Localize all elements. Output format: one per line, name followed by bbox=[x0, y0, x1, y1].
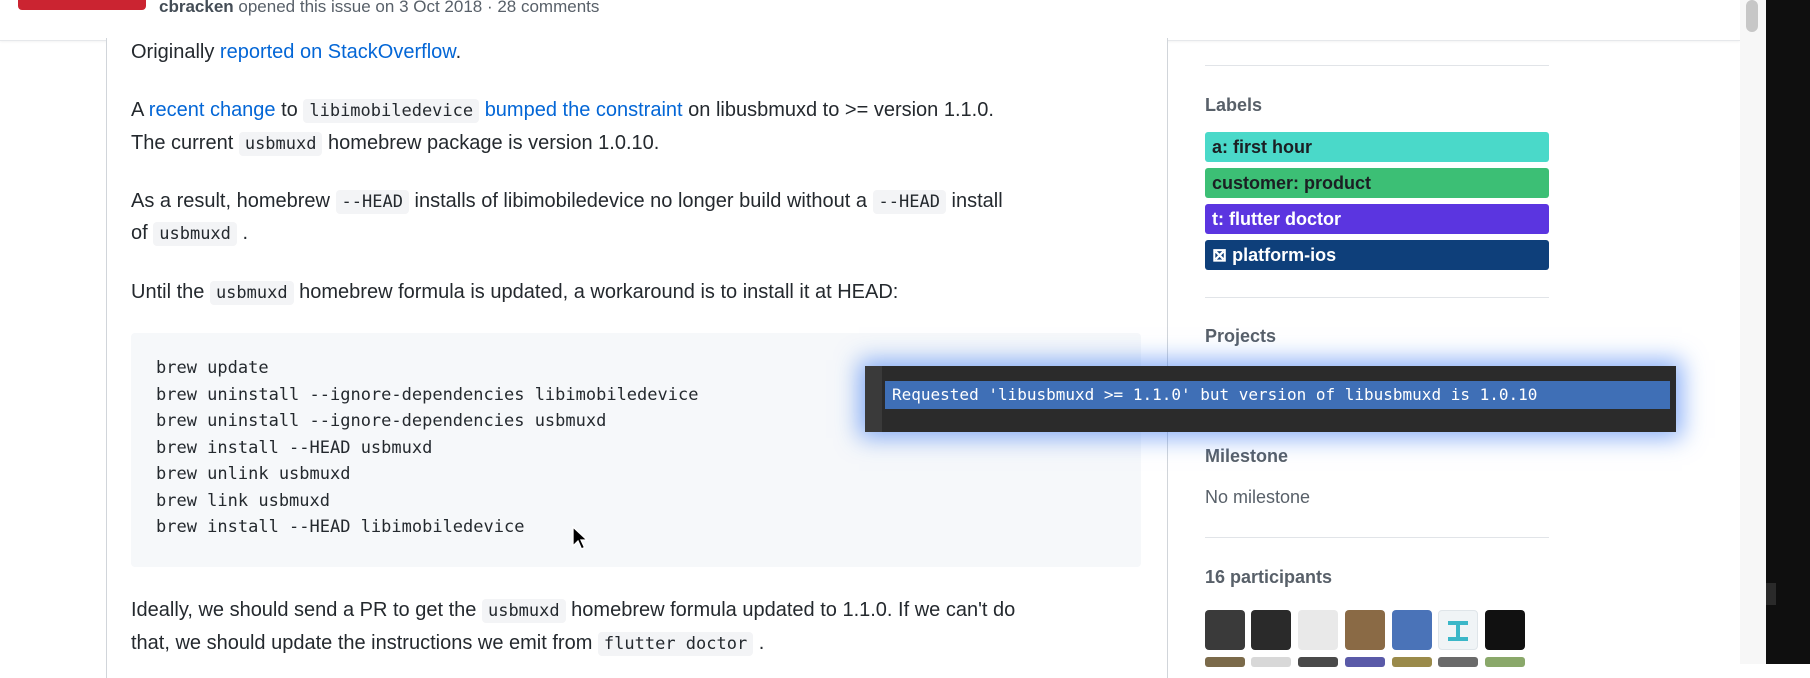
text: on libusbmuxd to >= version 1.1.0. bbox=[682, 99, 994, 121]
text: The current bbox=[131, 132, 239, 154]
terminal-overlay: Requested 'libusbmuxd >= 1.1.0' but vers… bbox=[865, 366, 1676, 432]
sidebar-divider bbox=[1205, 297, 1549, 298]
text: of bbox=[131, 222, 154, 244]
paragraph-result-1: As a result, homebrew --HEAD installs of… bbox=[131, 185, 1003, 219]
text: Ideally, we should send a PR to get the bbox=[131, 599, 482, 621]
code-line: brew install --HEAD libimobiledevice bbox=[156, 517, 525, 537]
text: to bbox=[275, 99, 304, 121]
participant-avatar[interactable] bbox=[1298, 610, 1338, 650]
text: installs of libimobiledevice no longer b… bbox=[408, 190, 873, 212]
text: . bbox=[236, 222, 249, 244]
labels-heading[interactable]: Labels bbox=[1205, 95, 1262, 116]
page-scrollbar[interactable] bbox=[1740, 0, 1766, 664]
text: Until the bbox=[131, 281, 210, 303]
milestone-heading[interactable]: Milestone bbox=[1205, 446, 1288, 467]
issue-meta: cbracken opened this issue on 3 Oct 2018… bbox=[159, 0, 599, 17]
editor-edge bbox=[1766, 0, 1810, 664]
terminal-gutter bbox=[865, 366, 882, 432]
inline-code: libimobiledevice bbox=[303, 99, 480, 123]
milestone-value: No milestone bbox=[1205, 487, 1311, 507]
avatar-mark bbox=[1448, 637, 1468, 641]
participant-avatar[interactable] bbox=[1438, 657, 1478, 667]
participant-avatar[interactable] bbox=[1205, 610, 1245, 650]
author-link[interactable]: cbracken bbox=[159, 0, 234, 16]
code-line: brew update bbox=[156, 358, 269, 378]
participant-avatar[interactable] bbox=[1298, 657, 1338, 667]
paragraph-change-2: The current usbmuxd homebrew package is … bbox=[131, 127, 659, 161]
participant-avatar[interactable] bbox=[1485, 610, 1525, 650]
participant-avatar[interactable] bbox=[1251, 610, 1291, 650]
paragraph-ideally-2: that, we should update the instructions … bbox=[131, 627, 764, 661]
sidebar-divider bbox=[1205, 65, 1549, 66]
participants-heading: 16 participants bbox=[1205, 567, 1333, 587]
participant-avatar[interactable] bbox=[1392, 610, 1432, 650]
participant-avatar[interactable] bbox=[1438, 610, 1478, 650]
participant-avatar[interactable] bbox=[1485, 657, 1525, 667]
text: As a result, homebrew bbox=[131, 190, 336, 212]
terminal-selected-line[interactable]: Requested 'libusbmuxd >= 1.1.0' but vers… bbox=[885, 381, 1670, 409]
paragraph-ideally-1: Ideally, we should send a PR to get the … bbox=[131, 594, 1015, 628]
label-first-hour[interactable]: a: first hour bbox=[1205, 132, 1549, 162]
stackoverflow-link[interactable]: reported on StackOverflow bbox=[220, 41, 456, 63]
code-line: brew uninstall --ignore-dependencies usb… bbox=[156, 411, 607, 431]
inline-code: usbmuxd bbox=[238, 132, 323, 156]
participant-avatar[interactable] bbox=[1345, 610, 1385, 650]
text: install bbox=[945, 190, 1003, 212]
text: homebrew formula updated to 1.1.0. If we… bbox=[565, 599, 1016, 621]
bumped-constraint-link[interactable]: bumped the constraint bbox=[485, 99, 683, 121]
text: . bbox=[455, 41, 462, 63]
edge-marker bbox=[1766, 583, 1776, 605]
participant-avatar[interactable] bbox=[1205, 657, 1245, 667]
label-platform-ios[interactable]: ⊠ platform-ios bbox=[1205, 240, 1549, 270]
code-line: brew uninstall --ignore-dependencies lib… bbox=[156, 385, 699, 405]
code-line: brew install --HEAD usbmuxd bbox=[156, 438, 433, 458]
inline-code: --HEAD bbox=[872, 190, 946, 214]
mouse-cursor-icon bbox=[572, 526, 589, 550]
label-customer-product[interactable]: customer: product bbox=[1205, 168, 1549, 198]
recent-change-link[interactable]: recent change bbox=[149, 99, 276, 121]
issue-meta-text: opened this issue on 3 Oct 2018 · 28 com… bbox=[233, 0, 600, 16]
text: that, we should update the instructions … bbox=[131, 632, 598, 654]
paragraph-workaround: Until the usbmuxd homebrew formula is up… bbox=[131, 276, 898, 310]
inline-code: --HEAD bbox=[335, 190, 409, 214]
label-flutter-doctor[interactable]: t: flutter doctor bbox=[1205, 204, 1549, 234]
inline-code: usbmuxd bbox=[209, 281, 294, 305]
paragraph-result-2: of usbmuxd . bbox=[131, 217, 248, 251]
paragraph-change-1: A recent change to libimobiledevice bump… bbox=[131, 94, 994, 128]
projects-heading[interactable]: Projects bbox=[1205, 326, 1276, 347]
issue-header: cbracken opened this issue on 3 Oct 2018… bbox=[0, 0, 1740, 41]
inline-code: usbmuxd bbox=[481, 599, 566, 623]
participant-avatar[interactable] bbox=[1345, 657, 1385, 667]
text: . bbox=[753, 632, 765, 654]
participant-avatar[interactable] bbox=[1392, 657, 1432, 667]
text: A bbox=[131, 99, 149, 121]
text: homebrew package is version 1.0.10. bbox=[322, 132, 660, 154]
participant-avatar[interactable] bbox=[1251, 657, 1291, 667]
paragraph-origin: Originally reported on StackOverflow. bbox=[131, 36, 461, 69]
inline-code: flutter doctor bbox=[597, 632, 754, 656]
text: homebrew formula is updated, a workaroun… bbox=[293, 281, 899, 303]
code-line: brew unlink usbmuxd bbox=[156, 464, 351, 484]
code-line: brew link usbmuxd bbox=[156, 491, 330, 511]
scrollbar-thumb[interactable] bbox=[1746, 0, 1758, 32]
avatar-mark bbox=[1456, 625, 1460, 637]
sidebar-divider bbox=[1205, 537, 1549, 538]
issue-state-badge bbox=[18, 0, 146, 10]
text: Originally bbox=[131, 41, 220, 63]
inline-code: usbmuxd bbox=[153, 222, 237, 246]
